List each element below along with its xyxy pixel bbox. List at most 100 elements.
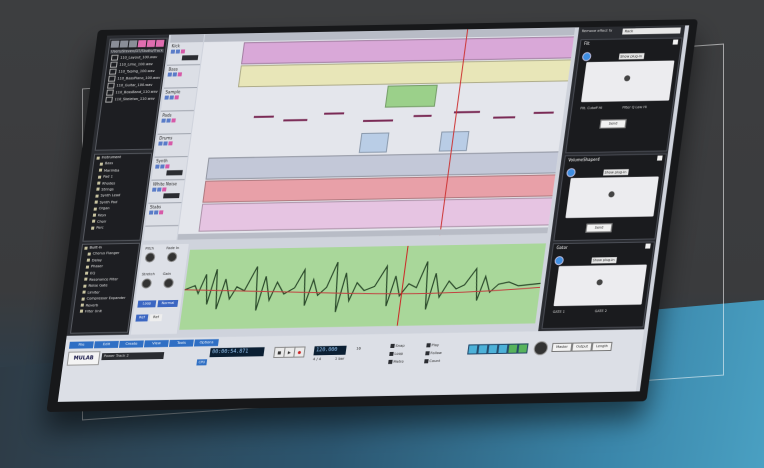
menu-options[interactable]: Options <box>193 339 219 347</box>
close-icon[interactable] <box>672 39 679 45</box>
pitch-knob[interactable] <box>144 252 156 263</box>
track-name: Stabs <box>149 204 162 210</box>
forward-icon[interactable] <box>119 40 129 48</box>
send-button[interactable]: Send <box>599 119 627 129</box>
count-check[interactable]: Count <box>424 359 440 363</box>
play-check[interactable]: Play <box>426 343 439 347</box>
track-preset-dropdown[interactable] <box>166 170 183 176</box>
tree-item[interactable]: Compressor Expander <box>75 295 132 302</box>
instrument-tree: Instrument Bass Marimba Pad 1 Rhodes Str… <box>82 152 153 242</box>
clip[interactable] <box>198 197 555 232</box>
master-knob[interactable] <box>532 341 549 356</box>
power-icon[interactable] <box>581 52 592 62</box>
track-header[interactable]: Sample <box>160 88 197 112</box>
record-icon[interactable]: ● <box>293 346 306 358</box>
output-button[interactable]: Output <box>571 342 593 352</box>
project-name-field[interactable]: Power Track 2 <box>101 352 165 361</box>
back-icon[interactable] <box>110 40 120 48</box>
tool-zoom-icon[interactable] <box>517 343 529 354</box>
tree-item[interactable]: Filter Unit <box>73 308 130 315</box>
effect-unit-volumeshaper: VolumeShaper4 Show plug-in Send <box>553 153 667 242</box>
snap-check[interactable]: Snap <box>390 344 405 348</box>
power-icon[interactable] <box>565 168 577 178</box>
tree-item[interactable]: Perc <box>85 224 142 231</box>
up-icon[interactable] <box>128 40 138 48</box>
clip[interactable] <box>358 132 390 153</box>
waveform-display[interactable] <box>179 243 547 330</box>
track-name: Kick <box>171 43 181 49</box>
ref-button[interactable]: Ref <box>135 314 149 322</box>
rack-dropdown[interactable]: Rack <box>622 27 681 35</box>
quantize-display[interactable]: 16 <box>356 346 361 350</box>
ref-button[interactable]: Ref <box>149 314 163 322</box>
stretch-knob[interactable] <box>140 278 153 289</box>
transport-bar: File Edit Create View Tools Options MULA… <box>57 329 645 402</box>
metro-check[interactable]: Metro <box>388 360 404 364</box>
menu-edit[interactable]: Edit <box>93 340 119 349</box>
track-header[interactable]: Stabs <box>145 203 182 227</box>
track-preset-dropdown[interactable] <box>181 55 199 61</box>
track-buttons[interactable] <box>148 210 164 215</box>
menu-create[interactable]: Create <box>118 340 144 348</box>
favorite-icon[interactable] <box>146 39 156 48</box>
follow-check[interactable]: Follow <box>425 351 442 355</box>
track-buttons[interactable] <box>158 141 173 146</box>
close-icon[interactable] <box>656 155 663 161</box>
audio-clip[interactable] <box>384 84 438 108</box>
show-plugin-button[interactable]: Show plug-in <box>603 169 629 176</box>
track-header[interactable]: Drums <box>154 134 191 158</box>
track-header[interactable]: Kick <box>167 42 204 66</box>
xy-pad[interactable] <box>553 264 647 307</box>
menu-tools[interactable]: Tools <box>168 339 194 347</box>
effect-name: Gator <box>556 244 568 251</box>
track-buttons[interactable] <box>167 72 183 77</box>
send-button[interactable]: Send <box>585 223 613 233</box>
refresh-icon[interactable] <box>155 39 165 47</box>
file-item[interactable]: 110_Skeleton_110.wav <box>102 96 159 104</box>
close-icon[interactable] <box>645 243 651 249</box>
xy-pad[interactable] <box>565 176 659 219</box>
bars-display[interactable]: 1 bar <box>335 357 345 361</box>
arrangement-view[interactable] <box>177 27 576 241</box>
track-name: Sample <box>165 89 181 95</box>
show-plugin-button[interactable]: Show plug-in <box>618 53 645 60</box>
track-name: White Noise <box>152 181 178 187</box>
gain-knob[interactable] <box>162 278 175 289</box>
effects-tree: Built-in Chorus Flanger Delay Phaser EQ … <box>69 242 141 334</box>
param-label: GATE 2 <box>594 309 608 314</box>
track-buttons[interactable] <box>164 95 179 100</box>
track-header[interactable]: White Noise <box>148 180 185 204</box>
track-buttons[interactable] <box>161 118 176 123</box>
track-buttons[interactable] <box>155 164 170 169</box>
menu-view[interactable]: View <box>143 339 169 348</box>
loop-check[interactable]: Loop <box>389 352 403 356</box>
track-buttons[interactable] <box>151 187 167 192</box>
length-button[interactable]: Length <box>591 341 613 352</box>
xy-pad[interactable] <box>581 60 675 103</box>
time-display[interactable]: 00:00:54.871 <box>209 347 265 358</box>
show-plugin-button[interactable]: Show plug-in <box>591 257 618 264</box>
home-icon[interactable] <box>137 40 147 48</box>
loop-button[interactable]: Loop <box>137 300 157 308</box>
file-browser-tabs <box>109 39 166 49</box>
track-buttons[interactable] <box>170 49 186 54</box>
master-button[interactable]: Master <box>551 342 573 353</box>
track-name: Synth <box>155 158 168 164</box>
power-icon[interactable] <box>554 256 565 266</box>
fade-in-knob[interactable] <box>166 252 178 263</box>
track-header[interactable]: Bass <box>163 65 201 89</box>
track-header[interactable]: Pads <box>157 111 194 135</box>
normal-button[interactable]: Normal <box>157 299 179 308</box>
menu-file[interactable]: File <box>68 341 94 349</box>
clip[interactable] <box>438 131 470 152</box>
fade-in-label: Fade In <box>166 246 180 251</box>
tempo-display[interactable]: 120.000 <box>313 345 347 356</box>
sample-editor: Pitch Fade In Stretch Gain Loop Normal R… <box>130 237 547 335</box>
cpu-meter: CPU <box>196 359 208 366</box>
pitch-label: Pitch <box>145 246 155 251</box>
track-header[interactable]: Synth <box>151 157 188 181</box>
track-preset-dropdown[interactable] <box>163 193 180 199</box>
signature-display[interactable]: 4 / 4 <box>313 357 322 361</box>
effect-name: VolumeShaper4 <box>567 156 601 163</box>
track-name: Drums <box>158 135 173 141</box>
